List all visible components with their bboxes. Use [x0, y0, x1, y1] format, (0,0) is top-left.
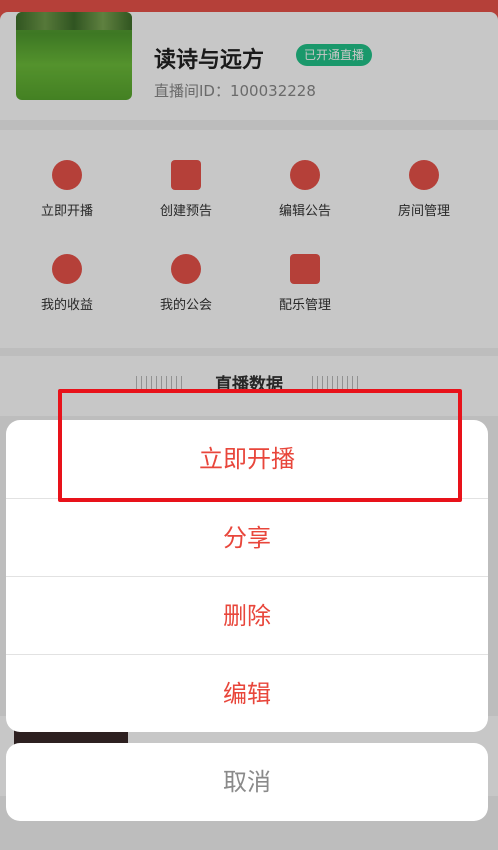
- action-edit-button[interactable]: 编辑: [6, 654, 488, 732]
- highlight-box: [58, 389, 462, 502]
- action-delete-button[interactable]: 删除: [6, 576, 488, 654]
- action-share-button[interactable]: 分享: [6, 498, 488, 576]
- cancel-button[interactable]: 取消: [6, 743, 488, 821]
